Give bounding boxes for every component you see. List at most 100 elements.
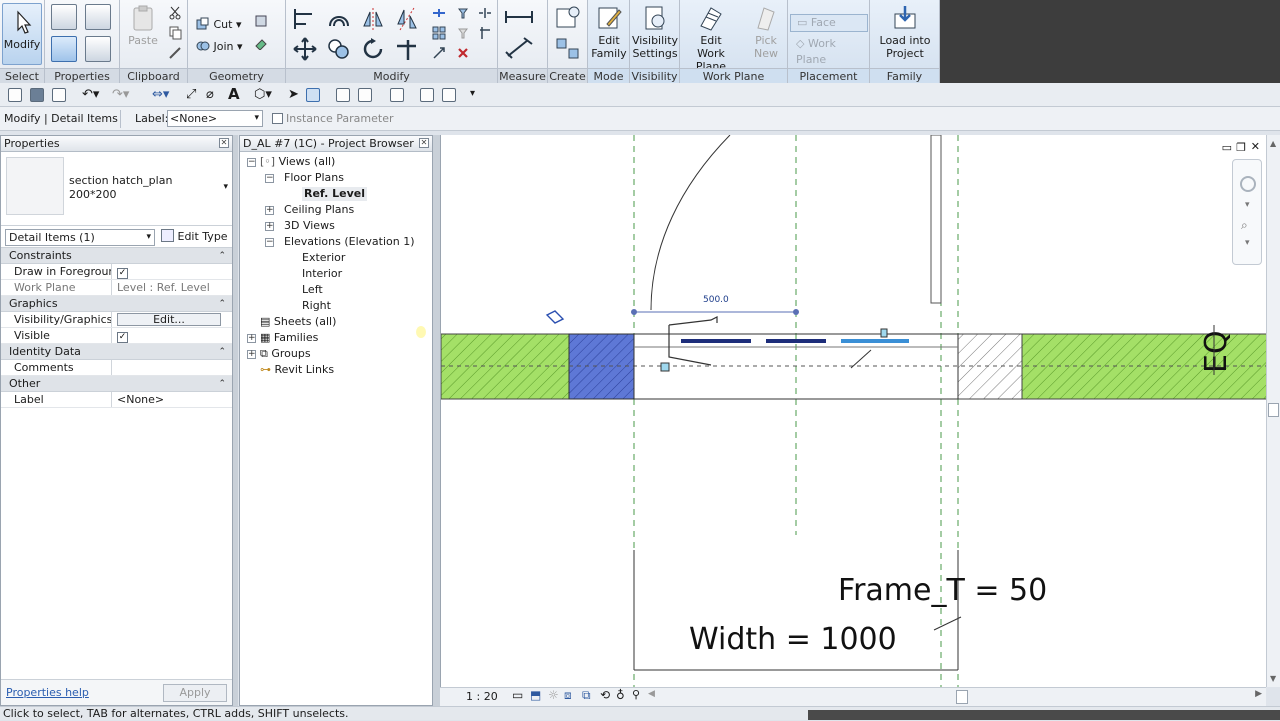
move-icon[interactable] [292, 36, 318, 62]
zoom-region-icon[interactable]: ⌕ [1241, 218, 1248, 233]
tree-node-elevations[interactable]: Elevations (Elevation 1) [284, 235, 415, 249]
join-geometry-button[interactable]: Join ▾ [196, 36, 243, 53]
sun-path-icon[interactable]: ☼ [548, 688, 559, 702]
tree-node-left[interactable]: Left [302, 283, 323, 297]
face-placement-button[interactable]: ▭ Face [790, 14, 868, 32]
property-group-header[interactable]: Constraints ⌃ [1, 248, 232, 264]
offset-icon[interactable] [326, 6, 352, 32]
handle-grip[interactable] [660, 362, 670, 372]
text-icon[interactable]: A [228, 85, 240, 103]
tree-node-floor-plans[interactable]: Floor Plans [284, 171, 344, 185]
property-checkbox[interactable]: ✓ [117, 268, 128, 279]
paint-icon[interactable] [254, 36, 268, 50]
trim-single-icon[interactable] [478, 26, 492, 40]
dimension-icon[interactable] [504, 36, 534, 60]
properties-help-link[interactable]: Properties help [6, 686, 89, 699]
scale-icon[interactable] [432, 46, 446, 60]
property-checkbox[interactable]: ✓ [117, 332, 128, 343]
property-row[interactable]: Label <None> [1, 392, 232, 408]
reveal-hidden-icon[interactable]: ♁ [616, 688, 625, 702]
measure-quick-icon[interactable]: ⇔▾ [152, 87, 169, 102]
split-gap-icon[interactable] [478, 6, 492, 20]
property-row[interactable]: Visibility/Graphics ... Edit... [1, 312, 232, 328]
label-dropdown[interactable]: <None> ▾ [167, 110, 263, 127]
type-properties-icon[interactable] [51, 4, 77, 30]
pick-new-button[interactable]: Pick New [748, 4, 784, 60]
browser-splitter[interactable] [433, 135, 440, 706]
load-into-project-button[interactable]: Load into Project [872, 4, 938, 60]
match-properties-icon[interactable] [168, 46, 182, 60]
split-icon[interactable] [432, 6, 446, 20]
modify-button[interactable]: Modify [2, 3, 42, 65]
view-minimize-icon[interactable]: ▭ [1222, 141, 1232, 154]
tree-node-families[interactable]: ▦ Families [260, 331, 318, 345]
redo-icon[interactable]: ↷▾ [112, 87, 129, 102]
view-scale[interactable]: 1 : 20 [466, 690, 498, 703]
tree-node-ref-level[interactable]: Ref. Level [302, 187, 367, 201]
family-types-icon[interactable] [85, 4, 111, 30]
properties-toggle-icon[interactable] [51, 36, 77, 62]
scroll-down-icon[interactable]: ▼ [1270, 674, 1276, 683]
close-icon[interactable]: ✕ [219, 138, 229, 148]
rotate-icon[interactable] [360, 36, 386, 62]
array-icon[interactable] [432, 26, 446, 40]
close-hidden-windows-icon[interactable] [336, 88, 350, 102]
tree-toggle-3d-views[interactable]: + [265, 222, 274, 231]
cut-scissors-icon[interactable] [168, 6, 182, 20]
view-close-icon[interactable]: ✕ [1251, 140, 1260, 153]
zoom-chevron-icon[interactable]: ▾ [1245, 238, 1250, 248]
trim-extend-icon[interactable] [394, 36, 420, 62]
aligned-dimension-icon[interactable]: ⤢ [186, 87, 196, 102]
paste-button[interactable]: Paste [126, 4, 160, 47]
3d-view-icon[interactable]: ⬡▾ [254, 87, 272, 102]
sync-icon[interactable] [52, 88, 66, 102]
align-icon[interactable] [292, 6, 318, 32]
visual-style-icon[interactable]: ⬒ [530, 688, 541, 702]
scroll-thumb[interactable] [1268, 403, 1279, 417]
width-label[interactable]: Width = 1000 [689, 622, 897, 657]
property-group-header[interactable]: Identity Data ⌃ [1, 344, 232, 360]
steering-wheel-icon[interactable] [1240, 176, 1256, 192]
mirror-pick-axis-icon[interactable] [360, 6, 386, 32]
shadows-icon[interactable]: ⧈ [564, 688, 572, 703]
tree-node-views[interactable]: [◦] Views (all) [260, 155, 335, 169]
tag-icon[interactable]: ⌀ [206, 87, 214, 102]
crop-view-icon[interactable]: ⧉ [582, 688, 591, 703]
type-selector[interactable]: section hatch_plan 200*200 ▾ [1, 152, 232, 226]
copy-element-icon[interactable] [326, 36, 352, 62]
unpin-icon[interactable] [456, 26, 470, 40]
customize-qat-icon[interactable]: ▾ [470, 88, 475, 99]
apply-button[interactable]: Apply [163, 684, 227, 702]
view-restore-icon[interactable]: ❐ [1236, 141, 1246, 154]
tree-node-sheets[interactable]: ▤ Sheets (all) [260, 315, 336, 329]
wall-joins-icon[interactable] [254, 14, 268, 28]
delete-icon[interactable] [456, 46, 470, 60]
tree-toggle-families[interactable]: + [247, 334, 256, 343]
property-row[interactable]: Comments [1, 360, 232, 376]
property-row[interactable]: Work Plane Level : Ref. Level [1, 280, 232, 296]
copy-icon[interactable] [168, 26, 182, 40]
property-row[interactable]: Draw in Foreground ✓ [1, 264, 232, 280]
undo-icon[interactable]: ↶▾ [82, 87, 99, 102]
instance-filter-dropdown[interactable]: Detail Items (1) ▾ [5, 229, 155, 246]
property-group-header[interactable]: Graphics ⌃ [1, 296, 232, 312]
hscroll-right-icon[interactable]: ▶ [1255, 689, 1262, 699]
tree-node-3d-views[interactable]: 3D Views [284, 219, 335, 233]
tile-windows-icon[interactable] [390, 88, 404, 102]
switch-windows-icon[interactable] [358, 88, 372, 102]
tree-toggle-ceiling-plans[interactable]: + [265, 206, 274, 215]
tree-node-ceiling-plans[interactable]: Ceiling Plans [284, 203, 354, 217]
measure-icon[interactable] [504, 6, 534, 28]
instance-parameter-checkbox[interactable] [272, 113, 283, 124]
property-group-header[interactable]: Other ⌃ [1, 376, 232, 392]
hscroll-left-icon[interactable]: ◀ [648, 689, 655, 699]
palette-splitter[interactable] [233, 135, 238, 706]
temp-hide-icon[interactable]: ⟲ [600, 688, 610, 702]
edit-origin-icon[interactable] [545, 310, 565, 324]
save-icon[interactable] [30, 88, 44, 102]
tree-node-exterior[interactable]: Exterior [302, 251, 345, 265]
dimension-grip-left[interactable] [631, 309, 637, 315]
drawing-canvas[interactable]: 500.0 EQ Frame_T = 50 Width = 1000 ▭ ❐ ✕… [440, 135, 1266, 687]
create-similar-icon[interactable] [554, 4, 582, 32]
frame-t-label[interactable]: Frame_T = 50 [838, 573, 1047, 608]
